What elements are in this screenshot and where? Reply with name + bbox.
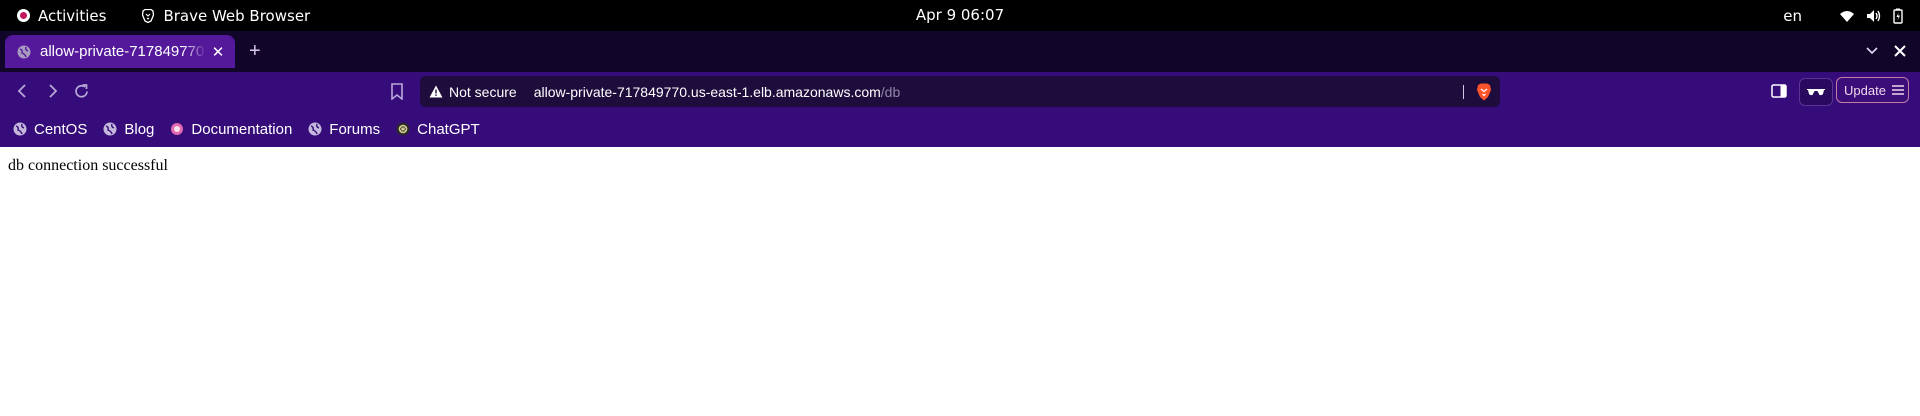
- bookmark-centos[interactable]: CentOS: [13, 116, 87, 142]
- volume-icon: [1867, 9, 1881, 22]
- forward-icon[interactable]: [44, 83, 60, 99]
- new-tab-button[interactable]: +: [249, 40, 261, 62]
- glasses-icon: [1807, 89, 1825, 96]
- tab-strip: allow-private-717849770 ✕ +: [0, 31, 1920, 72]
- battery-icon: [1893, 8, 1903, 24]
- warning-icon[interactable]: [429, 85, 443, 98]
- bookmark-label: ChatGPT: [417, 120, 480, 138]
- bookmark-documentation[interactable]: Documentation: [170, 116, 292, 142]
- clock[interactable]: Apr 9 06:07: [916, 6, 1004, 24]
- bookmark-forums[interactable]: Forums: [308, 116, 380, 142]
- language-indicator[interactable]: en: [1783, 7, 1802, 25]
- flower-icon: [171, 123, 184, 135]
- page-content: db connection successful: [0, 147, 1920, 185]
- url-text[interactable]: allow-private-717849770.us-east-1.elb.am…: [534, 84, 901, 100]
- bookmark-icon[interactable]: [390, 83, 404, 100]
- brave-lion-icon: [142, 8, 155, 23]
- back-icon[interactable]: [15, 83, 31, 99]
- brave-shields-icon[interactable]: [1476, 83, 1492, 101]
- page-body-text: db connection successful: [8, 157, 168, 174]
- leo-button[interactable]: [1799, 78, 1833, 106]
- url-host: allow-private-717849770.us-east-1.elb.am…: [533, 83, 881, 100]
- wifi-icon: [1840, 10, 1854, 22]
- bookmark-label: Forums: [329, 120, 381, 138]
- close-icon[interactable]: [1892, 43, 1908, 59]
- bookmark-label: Blog: [124, 120, 155, 138]
- globe-icon: [17, 45, 31, 58]
- bookmark-label: CentOS: [34, 120, 88, 138]
- activities-icon: [17, 9, 30, 22]
- tab-close-button[interactable]: ✕: [207, 43, 229, 61]
- activities-button[interactable]: Activities: [0, 0, 118, 31]
- chevron-down-icon[interactable]: [1865, 44, 1879, 58]
- bookmark-blog[interactable]: Blog: [103, 116, 154, 142]
- system-top-bar: Activities Brave Web Browser Apr 9 06:07…: [0, 0, 1920, 31]
- url-path: /db: [880, 83, 901, 100]
- globe-icon: [13, 122, 27, 136]
- bookmark-chatgpt[interactable]: ChatGPT: [396, 116, 480, 142]
- menu-icon: [1891, 85, 1904, 95]
- openai-icon: [396, 122, 410, 136]
- browser-toolbar: Not secure allow-private-717849770.us-ea…: [0, 72, 1920, 111]
- sidebar-toggle-icon[interactable]: [1771, 84, 1787, 98]
- text-caret: [1463, 85, 1464, 99]
- security-status-label[interactable]: Not secure: [449, 84, 517, 100]
- activities-label: Activities: [38, 6, 107, 25]
- bookmarks-bar: CentOS Blog Documentation Forums ChatGPT: [0, 111, 1920, 147]
- globe-icon: [308, 122, 322, 136]
- system-status-menu[interactable]: [1839, 8, 1903, 24]
- update-button[interactable]: Update: [1836, 77, 1909, 103]
- update-label: Update: [1844, 82, 1886, 98]
- app-menu-button[interactable]: Brave Web Browser: [118, 0, 320, 31]
- globe-icon: [103, 122, 117, 136]
- app-name-label: Brave Web Browser: [163, 6, 311, 25]
- tab-active[interactable]: allow-private-717849770 ✕: [5, 35, 235, 68]
- tab-title: allow-private-717849770: [40, 43, 205, 60]
- reload-icon[interactable]: [73, 83, 90, 100]
- address-bar[interactable]: Not secure allow-private-717849770.us-ea…: [420, 76, 1500, 107]
- bookmark-label: Documentation: [191, 120, 293, 138]
